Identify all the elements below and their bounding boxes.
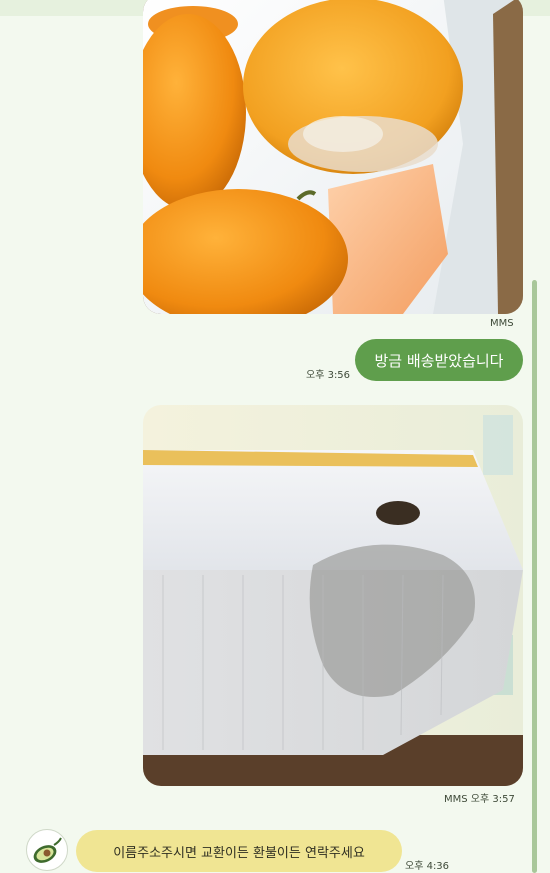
message-time: 오후 3:57 — [470, 794, 515, 805]
avocado-icon — [33, 837, 62, 863]
message-image-oranges[interactable] — [143, 0, 523, 314]
oranges-photo — [143, 0, 523, 314]
scrollbar[interactable] — [532, 280, 537, 873]
message-time: 오후 3:56 — [306, 370, 351, 381]
mms-label: MMS 오후 3:57 — [444, 790, 515, 805]
sender-avatar[interactable] — [26, 829, 68, 871]
message-time: 오후 4:36 — [405, 861, 450, 872]
mms-label: MMS — [490, 318, 514, 329]
box-photo — [143, 405, 523, 786]
mms-text: MMS — [444, 794, 468, 805]
message-bubble-incoming[interactable]: 이름주소주시면 교환이든 환불이든 연락주세요 — [76, 830, 402, 872]
message-bubble-outgoing[interactable]: 방금 배송받았습니다 — [355, 339, 523, 381]
message-image-box[interactable] — [143, 405, 523, 786]
